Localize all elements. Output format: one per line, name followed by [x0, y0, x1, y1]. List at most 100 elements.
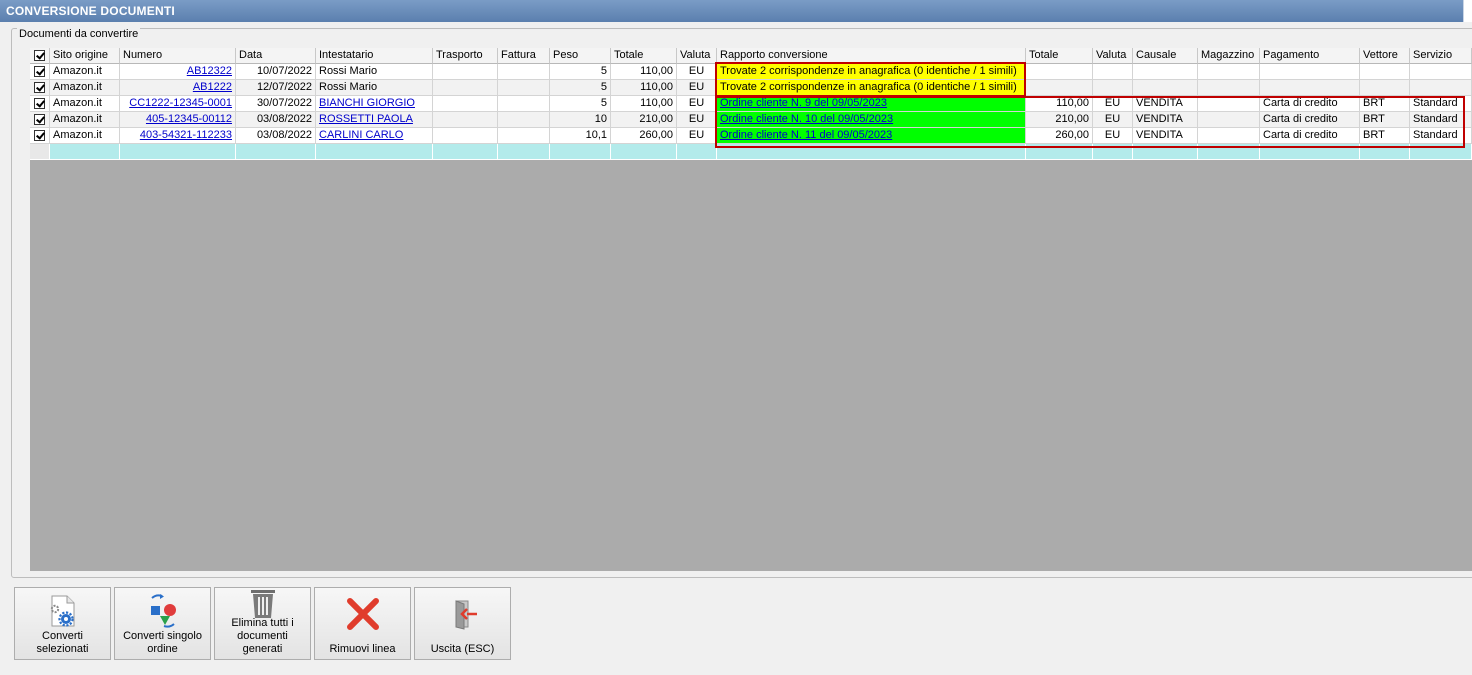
numero-value[interactable]: 405-12345-00112 [146, 113, 232, 125]
cell-valuta[interactable]: EU [677, 128, 717, 144]
row-checkbox[interactable] [30, 112, 50, 128]
intestatario-value[interactable]: CARLINI CARLO [319, 129, 403, 141]
header-numero[interactable]: Numero [120, 48, 236, 64]
cell-totale[interactable]: 110,00 [611, 96, 677, 112]
cell-intestatario[interactable]: Rossi Mario [316, 64, 433, 80]
cell-magazzino[interactable] [1198, 80, 1260, 96]
cell-fattura[interactable] [498, 128, 550, 144]
new-row-cell[interactable] [498, 144, 550, 160]
converti-singolo-button[interactable]: Converti singolo ordine [114, 587, 211, 660]
select-all-checkbox[interactable] [30, 48, 50, 64]
new-row-cell[interactable] [50, 144, 120, 160]
cell-numero[interactable]: AB1222 [120, 80, 236, 96]
cell-intestatario[interactable]: Rossi Mario [316, 80, 433, 96]
cell-totale[interactable]: 110,00 [611, 80, 677, 96]
header-vettore[interactable]: Vettore [1360, 48, 1410, 64]
cell-sito[interactable]: Amazon.it [50, 128, 120, 144]
header-valuta-2[interactable]: Valuta [1093, 48, 1133, 64]
numero-value[interactable]: AB12322 [187, 65, 232, 77]
cell-numero[interactable]: AB12322 [120, 64, 236, 80]
numero-value[interactable]: 403-54321-112233 [140, 129, 232, 141]
cell-vettore[interactable] [1360, 80, 1410, 96]
cell-valuta[interactable]: EU [677, 80, 717, 96]
cell-totale2[interactable] [1026, 80, 1093, 96]
cell-trasporto[interactable] [433, 128, 498, 144]
cell-peso[interactable]: 5 [550, 80, 611, 96]
cell-causale[interactable] [1133, 80, 1198, 96]
new-row-cell[interactable] [433, 144, 498, 160]
header-valuta[interactable]: Valuta [677, 48, 717, 64]
cell-pagamento[interactable] [1260, 80, 1360, 96]
cell-vettore[interactable] [1360, 64, 1410, 80]
cell-totale[interactable]: 260,00 [611, 128, 677, 144]
cell-valuta[interactable]: EU [677, 112, 717, 128]
cell-intestatario[interactable]: CARLINI CARLO [316, 128, 433, 144]
cell-data[interactable]: 30/07/2022 [236, 96, 316, 112]
cell-fattura[interactable] [498, 112, 550, 128]
cell-sito[interactable]: Amazon.it [50, 96, 120, 112]
cell-magazzino[interactable] [1198, 64, 1260, 80]
cell-valuta2[interactable] [1093, 64, 1133, 80]
cell-causale[interactable] [1133, 64, 1198, 80]
cell-totale[interactable]: 110,00 [611, 64, 677, 80]
header-magazzino[interactable]: Magazzino [1198, 48, 1260, 64]
cell-trasporto[interactable] [433, 64, 498, 80]
cell-sito[interactable]: Amazon.it [50, 64, 120, 80]
new-row-cell[interactable] [550, 144, 611, 160]
intestatario-value[interactable]: BIANCHI GIORGIO [319, 97, 415, 109]
header-pagamento[interactable]: Pagamento [1260, 48, 1360, 64]
cell-intestatario[interactable]: BIANCHI GIORGIO [316, 96, 433, 112]
cell-numero[interactable]: 405-12345-00112 [120, 112, 236, 128]
rimuovi-linea-button[interactable]: Rimuovi linea [314, 587, 411, 660]
cell-valuta2[interactable] [1093, 80, 1133, 96]
new-row-cell[interactable] [120, 144, 236, 160]
cell-trasporto[interactable] [433, 112, 498, 128]
header-servizio[interactable]: Servizio [1410, 48, 1472, 64]
cell-pagamento[interactable] [1260, 64, 1360, 80]
row-checkbox[interactable] [30, 64, 50, 80]
cell-sito[interactable]: Amazon.it [50, 112, 120, 128]
cell-numero[interactable]: CC1222-12345-0001 [120, 96, 236, 112]
cell-trasporto[interactable] [433, 96, 498, 112]
cell-numero[interactable]: 403-54321-112233 [120, 128, 236, 144]
cell-data[interactable]: 12/07/2022 [236, 80, 316, 96]
header-peso[interactable]: Peso [550, 48, 611, 64]
cell-intestatario[interactable]: ROSSETTI PAOLA [316, 112, 433, 128]
cell-totale[interactable]: 210,00 [611, 112, 677, 128]
cell-peso[interactable]: 5 [550, 96, 611, 112]
header-causale[interactable]: Causale [1133, 48, 1198, 64]
cell-peso[interactable]: 10 [550, 112, 611, 128]
row-checkbox[interactable] [30, 80, 50, 96]
header-trasporto[interactable]: Trasporto [433, 48, 498, 64]
cell-servizio[interactable] [1410, 64, 1472, 80]
elimina-tutti-button[interactable]: Elimina tutti i documenti generati [214, 587, 311, 660]
header-data[interactable]: Data [236, 48, 316, 64]
uscita-button[interactable]: Uscita (ESC) [414, 587, 511, 660]
numero-value[interactable]: AB1222 [193, 81, 232, 93]
cell-servizio[interactable] [1410, 80, 1472, 96]
header-fattura[interactable]: Fattura [498, 48, 550, 64]
cell-valuta[interactable]: EU [677, 64, 717, 80]
converti-selezionati-button[interactable]: Converti selezionati [14, 587, 111, 660]
cell-sito[interactable]: Amazon.it [50, 80, 120, 96]
new-row-cell[interactable] [611, 144, 677, 160]
header-intestatario[interactable]: Intestatario [316, 48, 433, 64]
cell-data[interactable]: 03/08/2022 [236, 112, 316, 128]
cell-data[interactable]: 10/07/2022 [236, 64, 316, 80]
new-row-cell[interactable] [236, 144, 316, 160]
new-row-cell[interactable] [316, 144, 433, 160]
row-checkbox[interactable] [30, 96, 50, 112]
cell-fattura[interactable] [498, 64, 550, 80]
cell-trasporto[interactable] [433, 80, 498, 96]
header-sito-origine[interactable]: Sito origine [50, 48, 120, 64]
cell-fattura[interactable] [498, 96, 550, 112]
cell-totale2[interactable] [1026, 64, 1093, 80]
row-checkbox[interactable] [30, 128, 50, 144]
documents-grid[interactable]: Sito origine Numero Data Intestatario Tr… [30, 48, 1472, 571]
cell-peso[interactable]: 5 [550, 64, 611, 80]
cell-peso[interactable]: 10,1 [550, 128, 611, 144]
header-totale[interactable]: Totale [611, 48, 677, 64]
cell-fattura[interactable] [498, 80, 550, 96]
intestatario-value[interactable]: ROSSETTI PAOLA [319, 113, 413, 125]
numero-value[interactable]: CC1222-12345-0001 [129, 97, 232, 109]
